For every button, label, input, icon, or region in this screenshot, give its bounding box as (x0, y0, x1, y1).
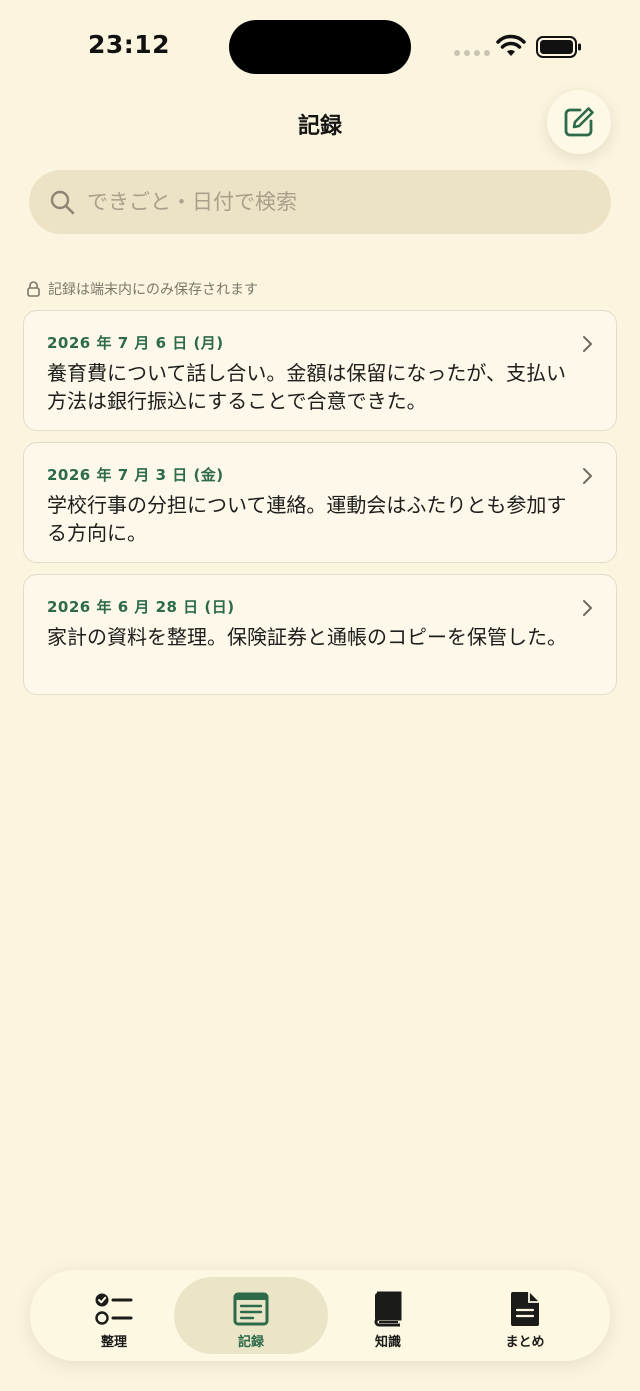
dynamic-island (229, 20, 411, 74)
book-icon (374, 1291, 402, 1327)
record-text: 家計の資料を整理。保険証券と通帳のコピーを保管した。 (47, 625, 567, 649)
record-date: 2026 年 6 月 28 日 (日) (47, 598, 235, 616)
tab-label: 知識 (374, 1335, 401, 1350)
status-time: 23:12 (88, 30, 171, 59)
chevron-right-icon (583, 600, 592, 616)
tab-organize[interactable]: 整理 (37, 1277, 191, 1354)
wifi-icon (496, 34, 526, 56)
lock-icon (27, 281, 40, 297)
privacy-note: 記録は端末内にのみ保存されます (27, 279, 258, 299)
record-text: 養育費について話し合い。金額は保留になったが、支払い方法は銀行振込にすることで合… (47, 361, 566, 413)
tab-summary[interactable]: まとめ (448, 1277, 602, 1354)
chevron-right-icon (583, 468, 592, 484)
record-date: 2026 年 7 月 6 日 (月) (47, 334, 224, 352)
cellular-signal-icon (454, 50, 490, 56)
record-list: 2026 年 7 月 6 日 (月) 養育費について話し合い。金額は保留になった… (23, 310, 617, 706)
record-item[interactable]: 2026 年 6 月 28 日 (日) 家計の資料を整理。保険証券と通帳のコピー… (23, 574, 617, 695)
tab-records[interactable]: 記録 (174, 1277, 328, 1354)
tab-label: 記録 (237, 1335, 264, 1350)
tab-bar: 整理 記録 知識 まとめ (30, 1270, 610, 1361)
search-bar[interactable] (29, 170, 611, 234)
document-icon (511, 1292, 539, 1326)
search-icon (50, 190, 75, 215)
tab-label: まとめ (505, 1335, 545, 1350)
screen: 23:12 記録 記録は端末内にのみ保存されます (0, 0, 640, 1391)
journal-icon (233, 1292, 269, 1326)
tab-knowledge[interactable]: 知識 (311, 1277, 465, 1354)
record-item[interactable]: 2026 年 7 月 3 日 (金) 学校行事の分担について連絡。運動会はふたり… (23, 442, 617, 563)
record-item[interactable]: 2026 年 7 月 6 日 (月) 養育費について話し合い。金額は保留になった… (23, 310, 617, 431)
checklist-icon (95, 1293, 133, 1325)
record-date: 2026 年 7 月 3 日 (金) (47, 466, 224, 484)
chevron-right-icon (583, 336, 592, 352)
compose-icon (564, 107, 594, 137)
search-input[interactable] (87, 182, 611, 222)
page-title: 記録 (297, 114, 342, 139)
privacy-note-text: 記録は端末内にのみ保存されます (48, 282, 258, 298)
compose-button[interactable] (547, 90, 611, 154)
battery-icon (536, 36, 581, 58)
tab-label: 整理 (100, 1335, 127, 1350)
record-text: 学校行事の分担について連絡。運動会はふたりとも参加する方向に。 (47, 493, 567, 545)
